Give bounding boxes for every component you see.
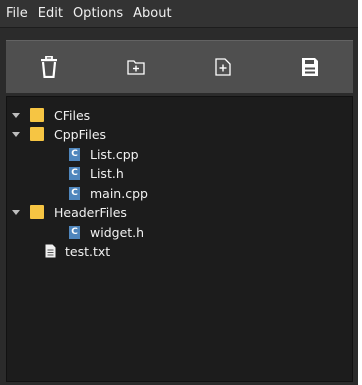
c-file-icon: C: [69, 147, 80, 161]
folder-icon: [30, 127, 44, 141]
tree-item-label: test.txt: [65, 243, 111, 259]
menu-about[interactable]: About: [133, 0, 171, 28]
delete-button[interactable]: [6, 41, 93, 93]
tree-item-headerfiles[interactable]: HeaderFiles: [12, 203, 127, 221]
tree-item-label: CFiles: [54, 107, 91, 123]
new-file-button[interactable]: [180, 41, 267, 93]
toolbar: [6, 40, 353, 93]
save-button[interactable]: [266, 41, 353, 93]
folder-plus-icon: [127, 60, 145, 75]
tree-item-label: List.cpp: [90, 146, 139, 162]
tree-item-cppfiles[interactable]: CppFiles: [12, 125, 106, 143]
tree-item-list-cpp[interactable]: C List.cpp: [69, 145, 139, 163]
c-file-icon: C: [69, 166, 80, 180]
tree-item-label: HeaderFiles: [54, 204, 127, 220]
trash-icon: [41, 56, 58, 78]
app-window: File Edit Options About CFiles CppFiles …: [0, 0, 358, 385]
expand-arrow-icon[interactable]: [12, 112, 20, 118]
tree-item-label: main.cpp: [90, 185, 148, 201]
file-plus-icon: [215, 58, 231, 76]
folder-icon: [30, 205, 44, 219]
tree-item-label: List.h: [90, 165, 124, 181]
c-file-icon: C: [69, 225, 80, 239]
tree-item-widget-h[interactable]: C widget.h: [69, 223, 144, 241]
folder-icon: [30, 108, 44, 122]
save-icon: [301, 58, 318, 76]
tree-item-test-txt[interactable]: test.txt: [45, 242, 110, 260]
file-tree[interactable]: CFiles CppFiles C List.cpp C List.h C ma…: [6, 96, 353, 382]
c-file-icon: C: [69, 186, 80, 200]
expand-arrow-icon[interactable]: [12, 209, 20, 215]
tree-item-cfiles[interactable]: CFiles: [12, 106, 90, 124]
tree-item-list-h[interactable]: C List.h: [69, 164, 124, 182]
tree-item-label: widget.h: [90, 224, 145, 240]
new-folder-button[interactable]: [93, 41, 180, 93]
text-file-icon: [45, 244, 56, 258]
menu-file[interactable]: File: [6, 0, 28, 28]
tree-item-main-cpp[interactable]: C main.cpp: [69, 184, 148, 202]
menu-bar: File Edit Options About: [0, 0, 358, 28]
expand-arrow-icon[interactable]: [12, 131, 20, 137]
tree-item-label: CppFiles: [54, 126, 107, 142]
menu-edit[interactable]: Edit: [38, 0, 63, 28]
menu-options[interactable]: Options: [73, 0, 123, 28]
